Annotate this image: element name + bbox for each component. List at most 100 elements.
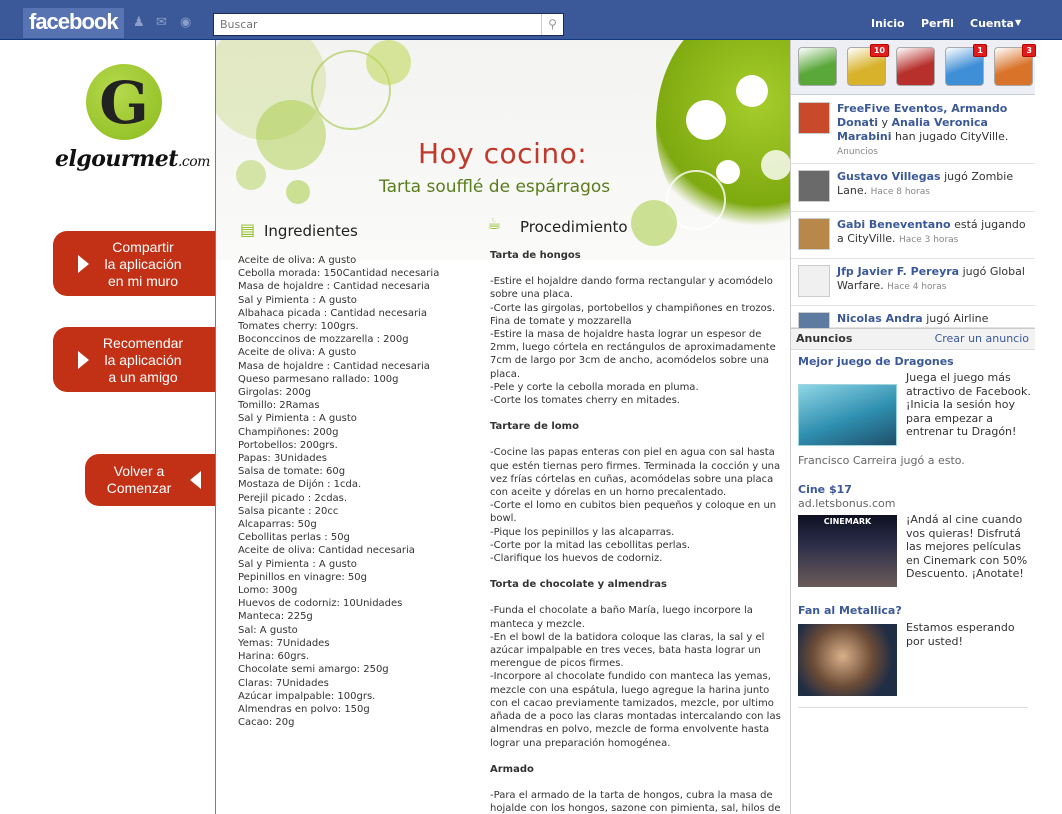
ingredient-item: Cacao: 20g	[238, 717, 295, 729]
decorative-bubble	[366, 40, 411, 85]
activity-action: jugó Airline	[922, 312, 989, 325]
activity-story[interactable]: Nicolas Andra jugó Airline	[791, 306, 1035, 344]
procedure-section-title: Torta de chocolate y almendras	[490, 579, 667, 591]
friend-requests-icon[interactable]: ♟	[133, 16, 149, 30]
ingredient-item: Albahaca picada : Cantidad necesaria	[238, 307, 427, 319]
procedure-step: -Para el armado de la tarta de hongos, c…	[490, 789, 781, 814]
messages-icon[interactable]: ✉	[156, 16, 172, 30]
ingredient-item: Cebollitas perlas : 50g	[238, 532, 350, 544]
ad-body-dragons: Juega el juego más atractivo de Facebook…	[906, 371, 1031, 438]
game-bookmark-icon[interactable]: 10	[847, 44, 889, 86]
procedure-section: Tarta de hongos -Estire el hojaldre dando…	[490, 249, 782, 407]
ingredient-item: Portobellos: 200grs.	[238, 439, 338, 451]
elgourmet-wordmark: elgourmet.com	[55, 146, 210, 172]
ingredient-item: Salsa de tomate: 60g	[238, 466, 346, 478]
decorative-bubble	[761, 150, 790, 180]
game-bookmark-icon[interactable]: 1	[945, 44, 987, 86]
ad-title-metallica[interactable]: Fan al Metallica?	[798, 604, 902, 617]
elgourmet-logo: G	[86, 64, 162, 140]
ad-image-cinemark[interactable]: CINEMARK	[798, 515, 897, 587]
activity-story[interactable]: Gustavo Villegas jugó Zombie Lane. Hace …	[791, 164, 1035, 212]
activity-story[interactable]: FreeFive Eventos, Armando Donati y Anali…	[791, 96, 1035, 164]
decorative-bubble	[631, 200, 677, 246]
procedure-step: -Estire la masa de hojaldre hasta lograr…	[490, 329, 776, 380]
procedure-step: -Pique los pepinillos y las alcaparras.	[490, 526, 675, 538]
ingredient-item: Mostaza de Dijón : 1cda.	[238, 479, 362, 491]
notification-badge: 1	[973, 44, 987, 57]
ingredient-item: Masa de hojaldre : Cantidad necesaria	[238, 281, 430, 293]
recommend-app-button[interactable]: Recomendar la aplicación a un amigo	[53, 327, 215, 392]
nav-inicio[interactable]: Inicio	[871, 17, 905, 30]
procedure-section-title: Tartare de lomo	[490, 421, 579, 433]
ad-title-dragons[interactable]: Mejor juego de Dragones	[798, 355, 954, 368]
ingredient-item: Huevos de codorniz: 10Unidades	[238, 598, 403, 610]
ingredient-item: Papas: 3Unidades	[238, 453, 327, 465]
arrow-left-icon	[190, 471, 201, 489]
recommend-label-1: Recomendar	[102, 335, 184, 351]
ingredient-item: Pepinillos en vinagre: 50g	[238, 571, 367, 583]
avatar[interactable]	[798, 218, 830, 250]
ingredient-item: Claras: 7Unidades	[238, 677, 329, 689]
chevron-down-icon[interactable]: ▼	[1015, 18, 1021, 27]
ingredient-item: Boconccinos de mozzarella : 200g	[238, 334, 409, 346]
activity-timestamp: Hace 4 horas	[887, 282, 947, 292]
game-bookmark-icon[interactable]	[896, 47, 935, 86]
activity-timestamp: Hace 3 horas	[899, 235, 959, 245]
ingredient-item: Masa de hojaldre : Cantidad necesaria	[238, 360, 430, 372]
activity-conjunction: y	[877, 116, 892, 129]
ingredient-item: Cebolla morada: 150Cantidad necesaria	[238, 268, 440, 280]
share-label-1: Compartir	[112, 239, 174, 255]
ad-url-cine: ad.letsbonus.com	[798, 497, 896, 510]
ingredient-item: Salsa picante : 20cc	[238, 505, 339, 517]
ingredient-item: Perejil picado : 2cdas.	[238, 492, 348, 504]
ad-social-footer: Francisco Carreira jugó a esto.	[798, 454, 965, 467]
friend-name-link[interactable]: Nicolas Andra	[837, 312, 923, 325]
back-to-start-button[interactable]: Volver a Comenzar	[85, 454, 215, 506]
procedure-step: -Cocine las papas enteras con piel en ag…	[490, 447, 781, 499]
facebook-top-bar: facebook ♟ ✉ ◉ ⚲ Inicio Perfil Cuenta ▼	[0, 0, 1062, 40]
ingredient-item: Sal y Pimienta : A gusto	[238, 558, 357, 570]
avatar[interactable]	[798, 265, 830, 297]
procedure-step: -Pele y corte la cebolla morada en pluma…	[490, 381, 699, 393]
ad-image-metallica[interactable]	[798, 624, 897, 696]
friend-name-link[interactable]: Gustavo Villegas	[837, 170, 941, 183]
ingredient-item: Manteca: 225g	[238, 611, 313, 623]
ingredient-item: Aceite de oliva: A gusto	[238, 255, 357, 266]
activity-timestamp: Anuncios	[837, 147, 878, 157]
notifications-icon[interactable]: ◉	[180, 16, 196, 30]
ad-title-cine[interactable]: Cine $17	[798, 483, 852, 496]
share-label-2: la aplicación	[104, 256, 182, 272]
share-app-button[interactable]: Compartir la aplicación en mi muro	[53, 231, 215, 296]
recommend-label-2: la aplicación	[104, 352, 182, 368]
decorative-bubble	[716, 160, 740, 184]
procedure-step: -Corte el lomo en cubitos bien pequeños …	[490, 500, 777, 525]
facebook-logo[interactable]: facebook	[23, 8, 124, 38]
decorative-bubble	[686, 100, 726, 140]
activity-story[interactable]: Gabi Beneventano está jugando a CityVill…	[791, 212, 1035, 259]
friend-name-link[interactable]: Gabi Beneventano	[837, 218, 951, 231]
back-label-1: Volver a	[113, 463, 165, 479]
nav-cuenta[interactable]: Cuenta	[970, 17, 1014, 30]
recipe-subtitle: Tarta soufflé de espárragos	[379, 177, 611, 197]
nav-perfil[interactable]: Perfil	[921, 17, 954, 30]
search-input[interactable]	[214, 14, 539, 35]
game-bookmark-icon[interactable]: 3	[994, 44, 1036, 86]
avatar[interactable]	[798, 170, 830, 202]
avatar[interactable]	[798, 102, 830, 134]
procedure-text: Tarta de hongos -Estire el hojaldre dando…	[490, 249, 782, 814]
game-bookmark-icon[interactable]	[798, 47, 837, 86]
bowl-icon: ☕	[487, 214, 502, 233]
activity-story[interactable]: Jfp Javier F. Pereyra jugó Global Warfar…	[791, 259, 1035, 306]
friend-name-link[interactable]: Jfp Javier F. Pereyra	[837, 265, 959, 278]
search-icon[interactable]: ⚲	[541, 14, 563, 35]
activity-text: Jfp Javier F. Pereyra jugó Global Warfar…	[837, 265, 1027, 294]
ingredients-list: Aceite de oliva: A gusto Cebolla morada: …	[238, 254, 453, 729]
activity-timestamp: Hace 8 horas	[870, 187, 930, 197]
ingredient-item: Alcaparras: 50g	[238, 519, 317, 531]
ingredient-item: Lomo: 300g	[238, 585, 298, 597]
procedure-section: Tartare de lomo -Cocine las papas enteras…	[490, 420, 782, 565]
activity-text: Gabi Beneventano está jugando a CityVill…	[837, 218, 1027, 247]
create-ad-link[interactable]: Crear un anuncio	[935, 332, 1029, 345]
ingredient-item: Sal y Pimienta : A gusto	[238, 413, 357, 425]
ad-image-dragon[interactable]	[798, 384, 897, 446]
